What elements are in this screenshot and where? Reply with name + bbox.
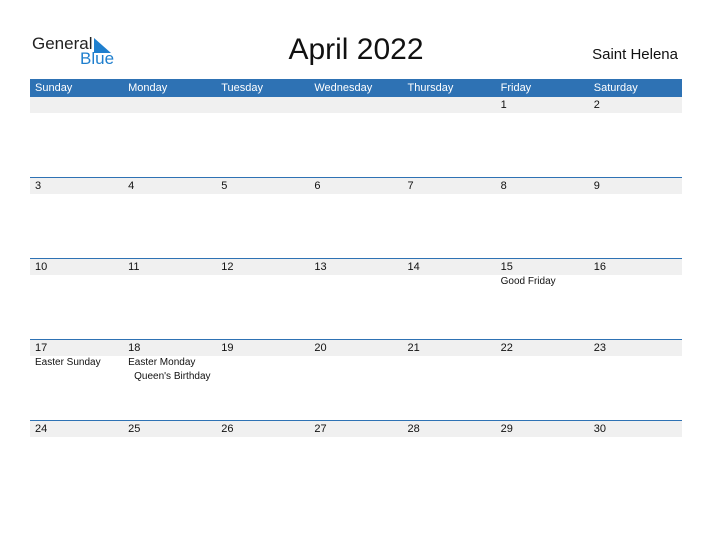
day-number: [216, 97, 309, 113]
holiday-cell: [589, 356, 682, 384]
holiday-cell: [403, 275, 496, 289]
week-row: 17 18 19 20 21 22 23 Easter Sunday Easter Monday…: [30, 339, 682, 384]
day-number: 2: [593, 99, 600, 111]
day-number: 6: [314, 180, 321, 192]
holiday-row: Easter Sunday Easter Monday Queen's Birthd…: [30, 356, 682, 384]
day-number: 20: [314, 342, 327, 354]
weekday-saturday: Saturday: [593, 82, 638, 94]
weekday-friday: Friday: [500, 82, 532, 94]
holiday-label: Easter Sunday: [35, 357, 101, 368]
weekday-monday: Monday: [128, 82, 168, 94]
day-number: 4: [128, 180, 135, 192]
day-number: [30, 97, 123, 113]
date-bar: 3 4 5 6 7 8 9: [30, 178, 682, 194]
day-number: 15: [500, 261, 513, 273]
country-label: Saint Helena: [592, 46, 678, 63]
holiday-cell: [309, 356, 402, 384]
holiday-cell: Easter Monday Queen's Birthday: [123, 356, 216, 384]
day-number: 28: [407, 423, 420, 435]
holiday-cell: [30, 275, 123, 289]
day-number: 8: [500, 180, 507, 192]
date-bar: 24 25 26 27 28 29 30: [30, 421, 682, 437]
day-number: 17: [35, 342, 48, 354]
holiday-cell: [496, 356, 589, 384]
weekday-header: Sunday Monday Tuesday Wednesday Thursday…: [30, 79, 682, 97]
day-number: 19: [221, 342, 234, 354]
day-number: 10: [35, 261, 48, 273]
day-number: 9: [593, 180, 600, 192]
day-number: 18: [128, 342, 141, 354]
date-bar: 12: [30, 97, 682, 113]
day-number: 3: [35, 180, 42, 192]
holiday-cell: Easter Sunday: [30, 356, 123, 384]
holiday-label: Queen's Birthday: [134, 371, 211, 382]
day-number: 25: [128, 423, 141, 435]
weekday-sunday: Sunday: [35, 82, 73, 94]
week-row: 3 4 5 6 7 8 9: [30, 177, 682, 194]
holiday-label: Easter Monday: [128, 357, 196, 368]
weekday-tuesday: Tuesday: [221, 82, 264, 94]
day-number: 7: [407, 180, 414, 192]
holiday-label: Good Friday: [500, 276, 556, 287]
date-bar: 17 18 19 20 21 22 23: [30, 340, 682, 356]
day-number: 24: [35, 423, 48, 435]
day-number: 26: [221, 423, 234, 435]
day-number: 5: [221, 180, 228, 192]
holiday-cell: [403, 356, 496, 384]
day-number: [309, 97, 402, 113]
day-number: [123, 97, 216, 113]
week-row: 12: [30, 97, 682, 113]
day-number: 11: [128, 261, 140, 273]
day-number: 1: [500, 99, 507, 111]
holiday-cell: [216, 356, 309, 384]
day-number: 16: [593, 261, 606, 273]
day-number: 22: [500, 342, 513, 354]
day-number: 27: [314, 423, 327, 435]
day-number: 21: [407, 342, 420, 354]
holiday-row: Good Friday: [30, 275, 682, 289]
date-bar: 10 11 12 13 14 15 16: [30, 259, 682, 275]
holiday-cell: [309, 275, 402, 289]
weekday-wednesday: Wednesday: [314, 82, 373, 94]
day-number: 12: [221, 261, 234, 273]
day-number: 13: [314, 261, 327, 273]
holiday-cell: Good Friday: [496, 275, 589, 289]
holiday-cell: [123, 275, 216, 289]
holiday-cell: [216, 275, 309, 289]
day-number: 30: [593, 423, 606, 435]
day-number: 29: [500, 423, 513, 435]
holiday-cell: [589, 275, 682, 289]
day-number: [403, 97, 496, 113]
week-row: 10 11 12 13 14 15 16 Good Friday: [30, 258, 682, 289]
day-number: 23: [593, 342, 606, 354]
week-row: 24 25 26 27 28 29 30: [30, 420, 682, 437]
day-number: 14: [407, 261, 420, 273]
weekday-thursday: Thursday: [407, 82, 454, 94]
